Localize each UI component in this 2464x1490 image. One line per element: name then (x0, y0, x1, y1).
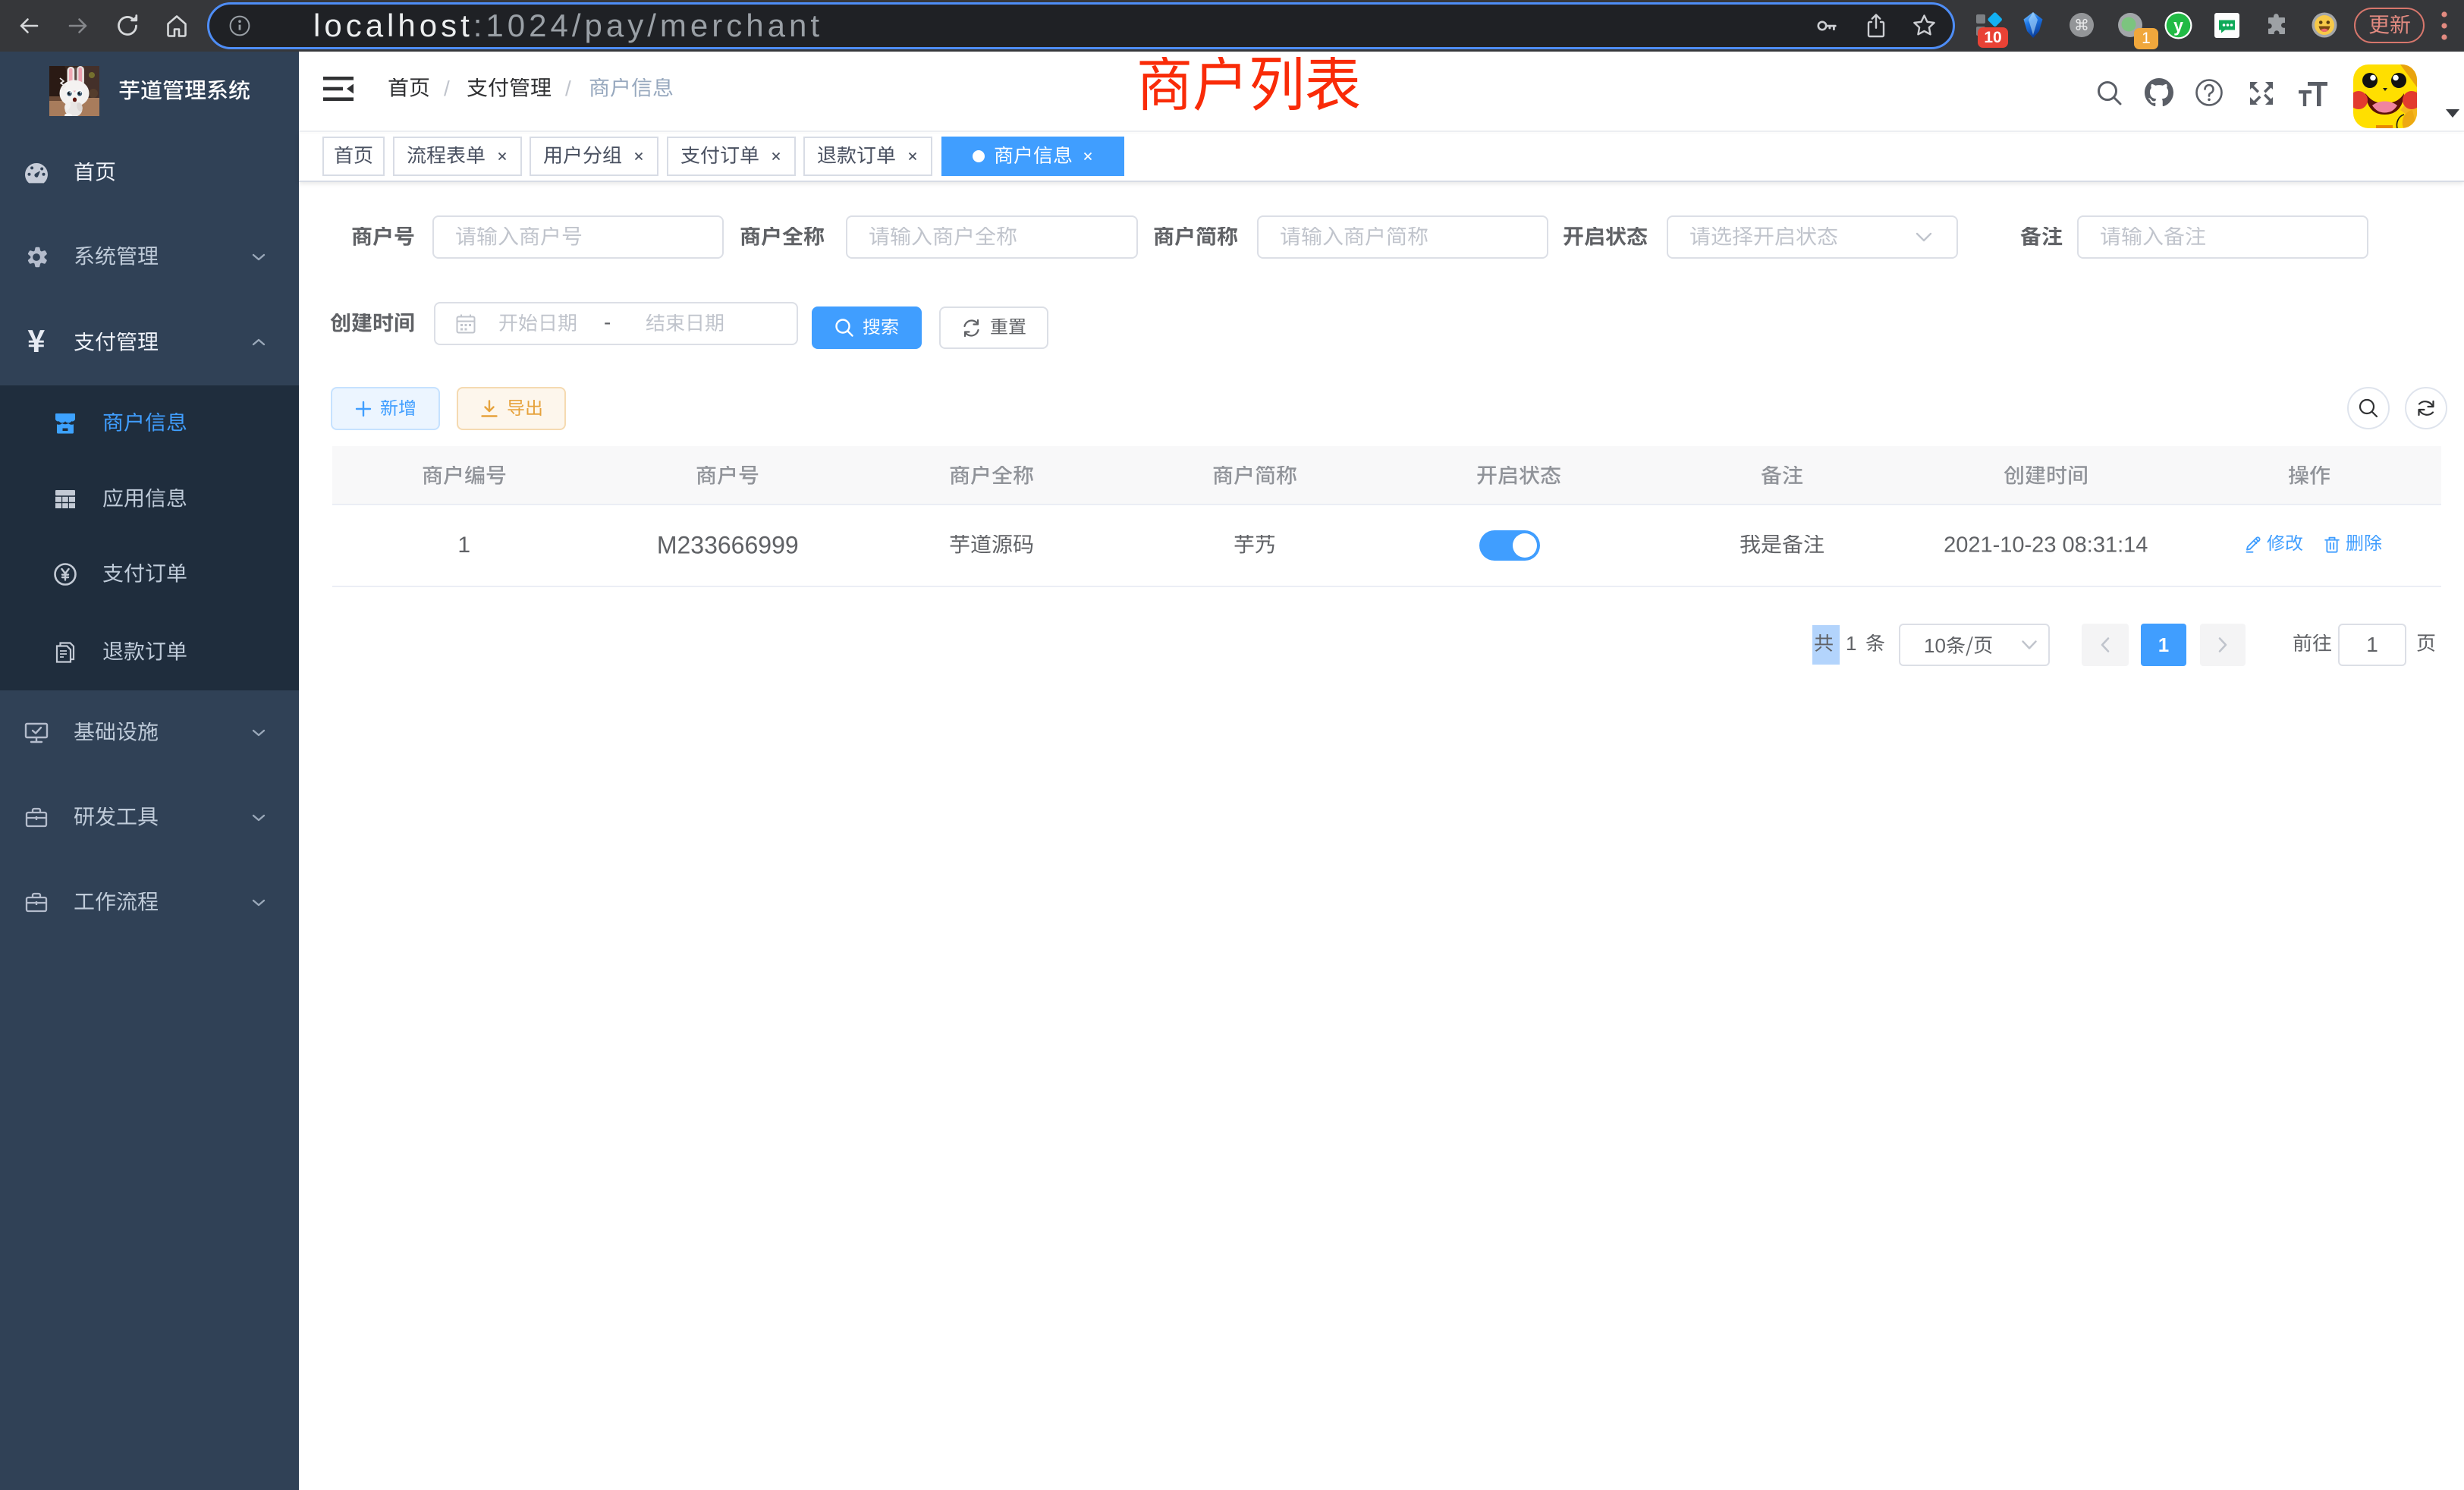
svg-text:y: y (2173, 16, 2183, 36)
svg-text:⌘: ⌘ (2074, 17, 2089, 34)
